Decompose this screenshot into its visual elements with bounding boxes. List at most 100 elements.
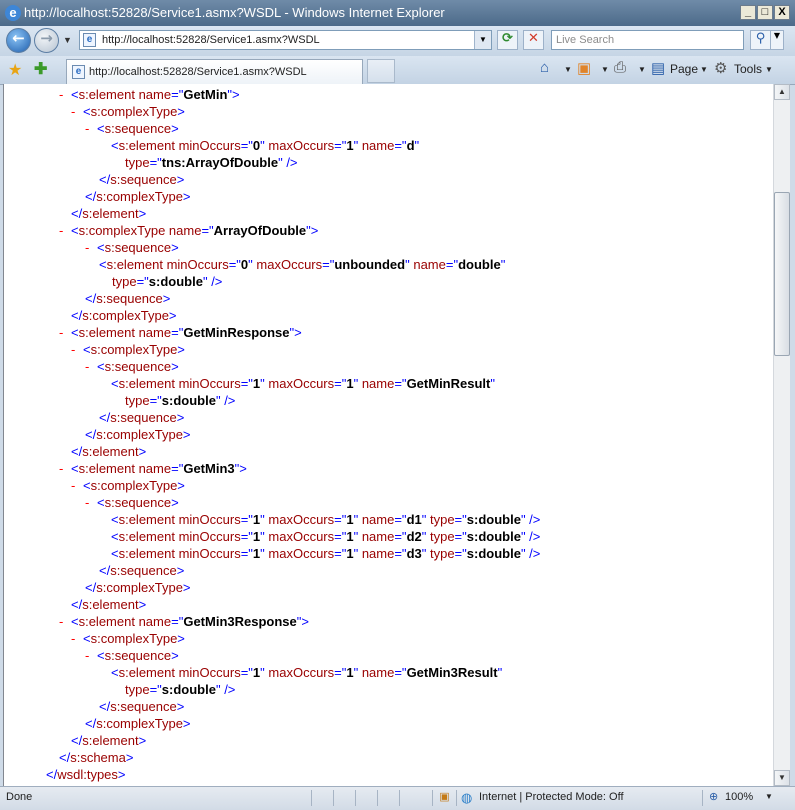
xml-token: name [165,223,202,238]
print-dropdown[interactable]: ▼ [638,65,646,74]
xml-token: GetMin3 [183,461,235,476]
xml-token: s:sequence [104,648,172,663]
page-menu-icon[interactable]: ▤ [651,59,665,77]
xml-token: maxOccurs [264,529,335,544]
xml-token: < [97,121,105,136]
page-menu-dropdown[interactable]: ▼ [700,65,708,74]
security-zone[interactable]: ◍ Internet | Protected Mode: Off [456,790,624,806]
xml-token: </ [71,206,83,221]
xml-token: =" [334,665,347,680]
page-menu-label[interactable]: Page [670,62,698,76]
xml-token: </ [71,308,83,323]
print-icon[interactable]: ⎙ [614,59,626,76]
zoom-control[interactable]: ⊕ 100% ▼ [702,790,782,806]
xml-token: minOccurs [174,512,241,527]
collapse-toggle[interactable]: - [59,222,71,239]
scroll-down-button[interactable]: ▼ [774,770,790,786]
collapse-toggle[interactable]: - [59,324,71,341]
search-input[interactable]: Live Search [551,30,744,50]
recent-pages-dropdown[interactable]: ▼ [63,35,72,45]
collapse-toggle[interactable]: - [59,86,71,103]
xml-token: s:complexType [96,189,183,204]
xml-token: =" [149,155,162,170]
xml-token: </ [59,750,71,765]
zoom-icon: ⊕ [709,791,719,803]
search-options-dropdown[interactable]: ▼ [770,30,784,50]
xml-token: > [176,563,185,578]
new-tab-button[interactable] [367,59,395,83]
popup-blocker-icon[interactable]: ▣ [432,790,456,806]
collapse-toggle[interactable]: - [59,460,71,477]
xml-token: name [409,257,446,272]
scroll-up-button[interactable]: ▲ [774,84,790,100]
xml-token: =" [240,665,253,680]
forward-button[interactable]: → [34,28,59,53]
xml-line: - <s:sequence> [85,647,179,664]
xml-line: type="s:double" /> [112,273,222,290]
xml-token: > [162,291,171,306]
xml-token: =" [394,376,407,391]
xml-token: " [490,376,495,391]
address-toolbar: ← → ▼ e http://localhost:52828/Service1.… [0,26,795,56]
collapse-toggle[interactable]: - [85,120,97,137]
xml-token: > [182,427,191,442]
xml-token: 1 [346,376,354,391]
close-button[interactable]: X [774,5,790,20]
feeds-dropdown[interactable]: ▼ [601,65,609,74]
xml-token: < [97,359,105,374]
collapse-toggle[interactable]: - [71,341,83,358]
xml-token: < [71,614,79,629]
xml-line: <s:element minOccurs="1" maxOccurs="1" n… [111,511,540,528]
title-bar: e http://localhost:52828/Service1.asmx?W… [0,0,795,26]
xml-token: d3 [406,546,422,561]
refresh-button[interactable]: ⟳ [497,30,518,50]
collapse-toggle[interactable]: - [71,630,83,647]
xml-token: name [358,529,395,544]
xml-line: </s:sequence> [99,562,184,579]
xml-token: =" [445,257,459,272]
maximize-button[interactable]: □ [757,5,773,20]
status-segment [399,790,432,806]
xml-token: < [97,495,105,510]
tools-menu-dropdown[interactable]: ▼ [765,65,773,74]
xml-token: s:element [118,665,175,680]
xml-token: < [83,104,91,119]
collapse-toggle[interactable]: - [85,647,97,664]
collapse-toggle[interactable]: - [71,103,83,120]
xml-token: name [358,546,395,561]
xml-line: </s:element> [71,443,146,460]
xml-token: > [138,444,147,459]
address-input[interactable]: e http://localhost:52828/Service1.asmx?W… [79,30,492,50]
vertical-scrollbar[interactable]: ▲ ▼ [773,84,790,786]
collapse-toggle[interactable]: - [59,613,71,630]
collapse-toggle[interactable]: - [85,494,97,511]
scroll-thumb[interactable] [774,192,790,356]
address-dropdown-button[interactable]: ▼ [474,31,491,49]
xml-token: < [83,478,91,493]
zoom-level: 100% [725,791,754,803]
tab-wsdl[interactable]: e http://localhost:52828/Service1.asmx?W… [66,59,363,84]
collapse-toggle[interactable]: - [85,358,97,375]
home-dropdown[interactable]: ▼ [564,65,572,74]
favorites-star-icon[interactable]: ★ [8,60,22,80]
xml-token: s:double [466,512,521,527]
xml-line: </s:sequence> [99,171,184,188]
search-icon[interactable]: ⚲ [750,30,771,50]
back-button[interactable]: ← [6,28,31,53]
feeds-icon[interactable]: ▣ [577,59,591,77]
xml-token: 1 [346,529,354,544]
tools-gear-icon[interactable]: ⚙ [714,59,727,77]
xml-token: minOccurs [174,376,241,391]
xml-token: > [138,733,147,748]
home-icon[interactable]: ⌂ [540,59,549,76]
add-favorite-icon[interactable]: ✚ [34,59,47,79]
xml-token: maxOccurs [264,376,335,391]
collapse-toggle[interactable]: - [71,477,83,494]
xml-token: s:double [466,546,521,561]
stop-button[interactable]: ✕ [523,30,544,50]
minimize-button[interactable]: _ [740,5,756,20]
collapse-toggle[interactable]: - [85,239,97,256]
xml-line: - <s:complexType> [71,341,185,358]
tools-menu-label[interactable]: Tools [734,62,762,76]
xml-token: > [176,172,185,187]
